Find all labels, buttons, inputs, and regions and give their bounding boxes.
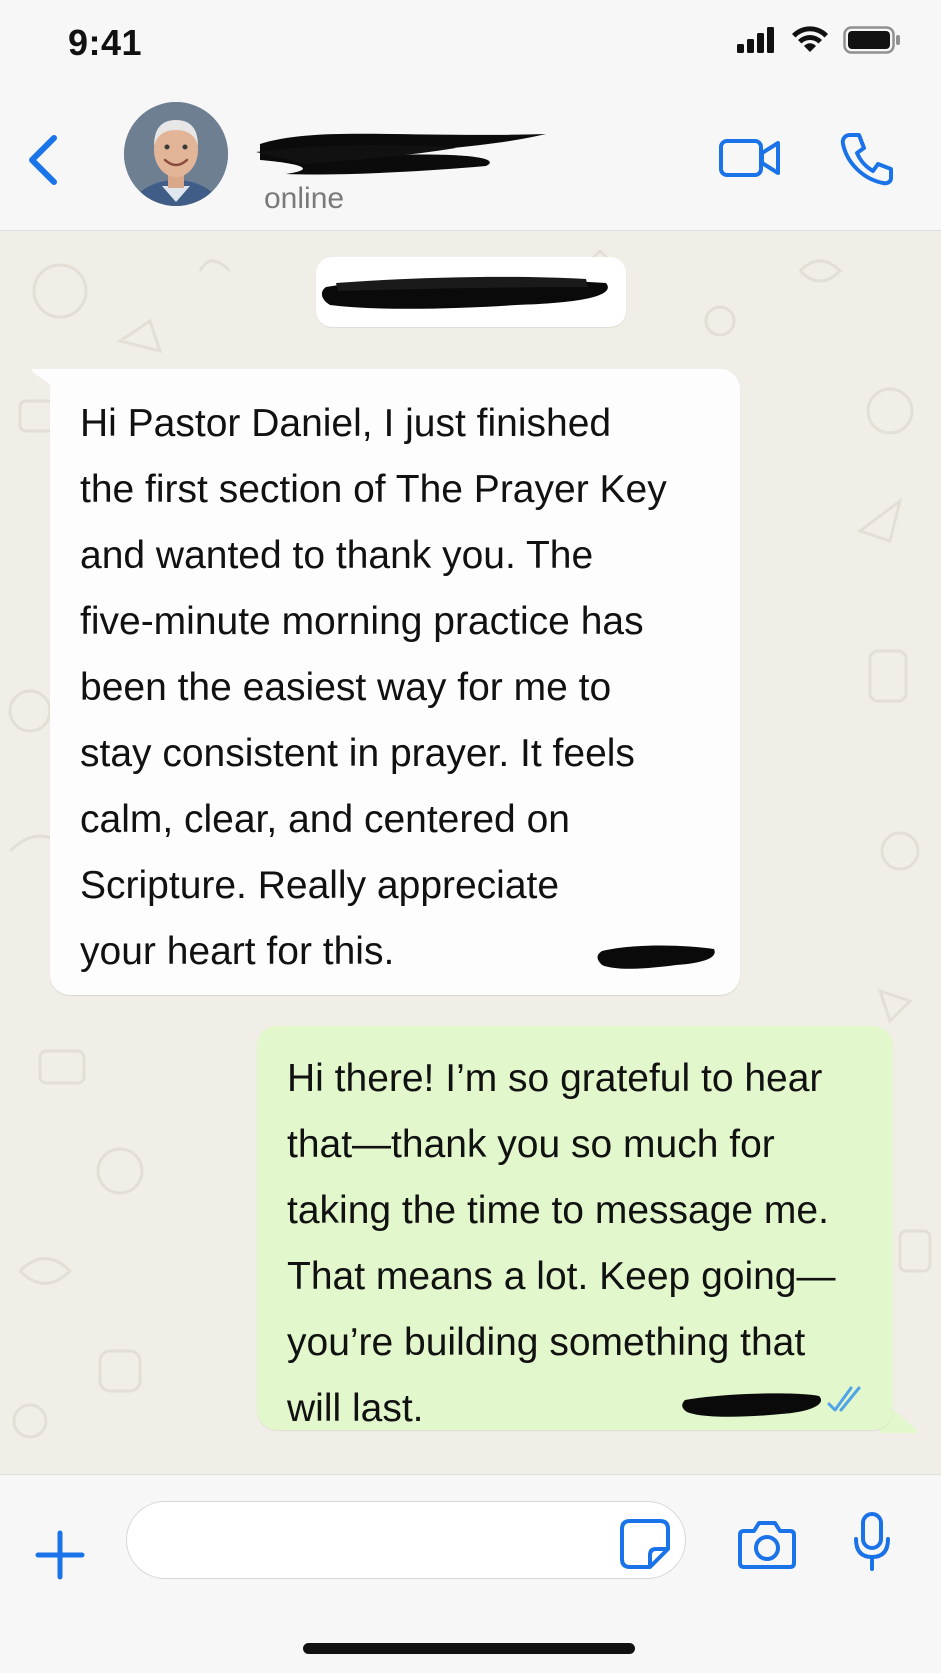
date-chip xyxy=(316,257,626,327)
message-input[interactable] xyxy=(126,1501,686,1579)
message-line: That means a lot. Keep going— xyxy=(287,1255,836,1298)
back-button[interactable] xyxy=(18,130,68,190)
chat-area[interactable]: Hi Pastor Daniel, I just finished the fi… xyxy=(0,231,941,1474)
camera-icon xyxy=(738,1521,796,1569)
status-icons xyxy=(737,26,901,54)
message-line: the first section of The Prayer Key xyxy=(80,468,667,511)
double-check-icon xyxy=(827,1386,861,1412)
avatar[interactable] xyxy=(124,102,228,206)
plus-icon xyxy=(35,1530,85,1580)
chevron-left-icon xyxy=(29,135,57,185)
message-line: been the easiest way for me to xyxy=(80,666,612,709)
chat-header: online xyxy=(0,90,941,231)
message-line: and wanted to thank you. The xyxy=(80,534,594,577)
microphone-icon xyxy=(854,1512,890,1571)
incoming-timestamp-redaction xyxy=(597,945,715,969)
message-line: taking the time to message me. xyxy=(287,1189,829,1232)
message-line: calm, clear, and centered on xyxy=(80,798,570,841)
contact-name-redaction xyxy=(256,133,546,175)
message-line: you’re building something that xyxy=(287,1321,806,1364)
message-line: Scripture. Really appreciate xyxy=(80,864,560,907)
incoming-message[interactable]: Hi Pastor Daniel, I just finished the fi… xyxy=(50,369,740,995)
video-call-button[interactable] xyxy=(718,134,782,182)
status-bar: 9:41 xyxy=(0,0,941,90)
message-line: five-minute morning practice has xyxy=(80,600,644,643)
avatar-image xyxy=(124,102,228,206)
message-line: Hi there! I’m so grateful to hear xyxy=(287,1057,823,1100)
camera-button[interactable] xyxy=(736,1517,798,1571)
status-time: 9:41 xyxy=(68,22,143,63)
battery-icon xyxy=(843,26,900,54)
date-redaction xyxy=(321,276,608,309)
microphone-button[interactable] xyxy=(852,1511,892,1573)
attach-button[interactable] xyxy=(30,1525,90,1585)
outgoing-message-text: Hi there! I’m so grateful to hear that—t… xyxy=(287,1046,883,1442)
incoming-message-text: Hi Pastor Daniel, I just finished the fi… xyxy=(80,391,730,985)
voice-call-button[interactable] xyxy=(838,130,896,186)
outgoing-message[interactable]: Hi there! I’m so grateful to hear that—t… xyxy=(257,1026,893,1430)
contact-status: online xyxy=(264,182,345,215)
phone-icon xyxy=(840,133,893,186)
sticker-icon xyxy=(620,1519,670,1569)
video-icon xyxy=(719,139,780,177)
composer-bar xyxy=(0,1474,941,1673)
home-indicator xyxy=(303,1643,635,1654)
wifi-icon xyxy=(792,26,828,52)
signal-icon xyxy=(737,27,774,53)
message-line: stay consistent in prayer. It feels xyxy=(80,732,635,775)
message-line: Hi Pastor Daniel, I just finished xyxy=(80,402,612,445)
sticker-button[interactable] xyxy=(618,1517,672,1571)
message-line: that—thank you so much for xyxy=(287,1123,775,1166)
